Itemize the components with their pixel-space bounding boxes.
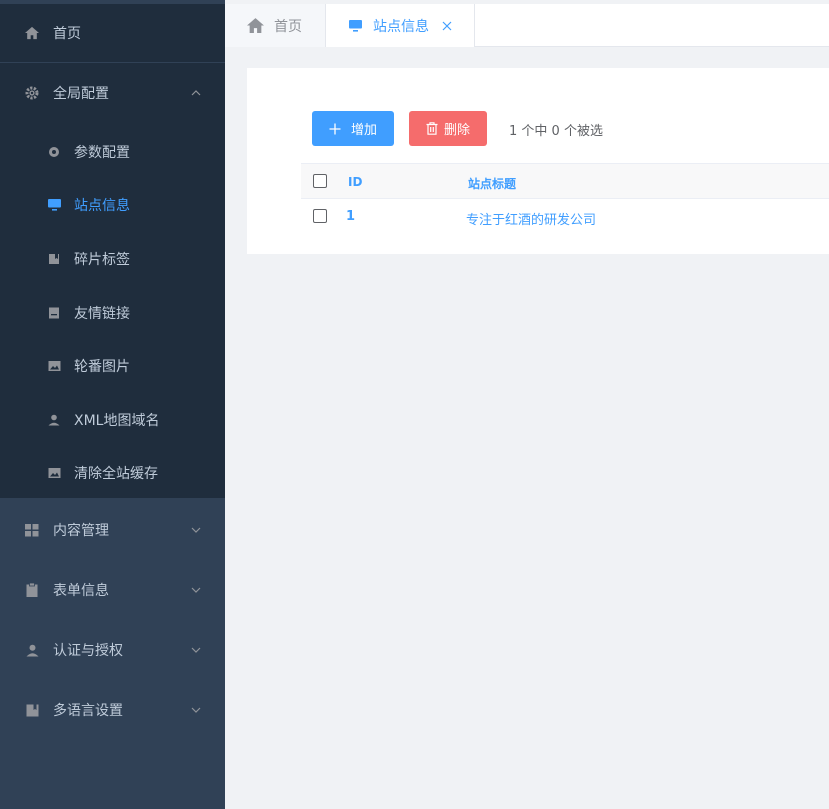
cell-id[interactable]: 1 [346,209,355,224]
chevron-down-icon [190,704,202,716]
sidebar-item-label: 友情链接 [74,306,130,322]
cell-title[interactable]: 专注于红酒的研发公司 [466,209,596,228]
sidebar-group-global-config[interactable]: 全局配置 [0,63,225,123]
book-icon [25,703,39,717]
chevron-down-icon [190,644,202,656]
gear-icon [25,86,39,100]
sidebar-group-label: 多语言设置 [53,703,123,719]
tab-home[interactable]: 首页 [225,4,326,47]
plus-icon [329,123,341,135]
sidebar-item-label: 碎片标签 [74,252,130,268]
monitor-icon [349,19,362,32]
sidebar-group-label: 内容管理 [53,523,109,539]
sidebar-item-label: XML地图域名 [74,413,160,429]
sidebar-group-auth[interactable]: 认证与授权 [0,620,225,680]
image-icon [47,359,61,373]
row-checkbox[interactable] [313,209,327,223]
selection-count: 1 个中 0 个被选 [509,124,603,139]
sidebar-group-label: 全局配置 [53,86,109,102]
sidebar-group-forms[interactable]: 表单信息 [0,560,225,620]
submenu-global-config: 参数配置 站点信息 碎片标签 友情链接 轮番图片 XML地图域名 清除全站缓存 [0,123,225,498]
trash-icon [426,122,438,135]
close-icon[interactable] [441,20,453,32]
select-all-checkbox[interactable] [313,174,327,188]
content-card: 增加 删除 1 个中 0 个被选 ID 站点标题 1 专注于红酒的研发公司 [247,68,829,254]
sidebar-group-content[interactable]: 内容管理 [0,500,225,560]
image-icon [47,466,61,480]
book-icon [47,252,61,266]
table-row: 1 专注于红酒的研发公司 [301,199,829,235]
add-button[interactable]: 增加 [312,111,394,146]
user-icon [25,643,39,657]
add-button-label: 增加 [351,123,378,138]
sidebar-group-i18n[interactable]: 多语言设置 [0,680,225,740]
column-header-id[interactable]: ID [348,175,362,189]
chevron-up-icon [190,87,202,99]
tab-site-info[interactable]: 站点信息 [326,4,475,47]
sidebar-item-label: 参数配置 [74,145,130,161]
grid-icon [25,523,39,537]
sidebar-item-home[interactable]: 首页 [0,4,225,62]
tab-label: 首页 [274,18,302,35]
sidebar-item-params[interactable]: 参数配置 [0,127,225,177]
delete-button[interactable]: 删除 [409,111,487,146]
sidebar-item-label: 清除全站缓存 [74,466,158,482]
monitor-icon [47,198,61,212]
sidebar-group-label: 表单信息 [53,583,109,599]
sidebar: 首页 全局配置 参数配置 站点信息 碎片标签 友情链接 轮番图片 XML地图域名… [0,0,225,809]
home-icon [247,18,264,33]
sidebar-item-label: 首页 [53,26,81,42]
sidebar-item-fragment-tags[interactable]: 碎片标签 [0,234,225,284]
sidebar-item-label: 站点信息 [74,198,130,214]
table-header: ID 站点标题 [301,163,829,199]
sidebar-item-xml-sitemap[interactable]: XML地图域名 [0,395,225,445]
sidebar-item-label: 轮番图片 [74,359,130,375]
sidebar-group-label: 认证与授权 [53,643,123,659]
delete-button-label: 删除 [444,123,471,138]
document-icon [47,306,61,320]
chevron-down-icon [190,524,202,536]
column-header-title[interactable]: 站点标题 [468,175,516,192]
clipboard-icon [25,583,39,597]
tab-label: 站点信息 [373,18,429,35]
chevron-down-icon [190,584,202,596]
sidebar-item-site-info[interactable]: 站点信息 [0,180,225,230]
settings-circle-icon [47,145,61,159]
tab-bar: 首页 站点信息 [225,4,829,47]
sidebar-item-carousel-images[interactable]: 轮番图片 [0,341,225,391]
sidebar-item-friend-links[interactable]: 友情链接 [0,288,225,338]
sidebar-item-clear-cache[interactable]: 清除全站缓存 [0,448,225,498]
home-icon [25,26,39,40]
user-icon [47,413,61,427]
